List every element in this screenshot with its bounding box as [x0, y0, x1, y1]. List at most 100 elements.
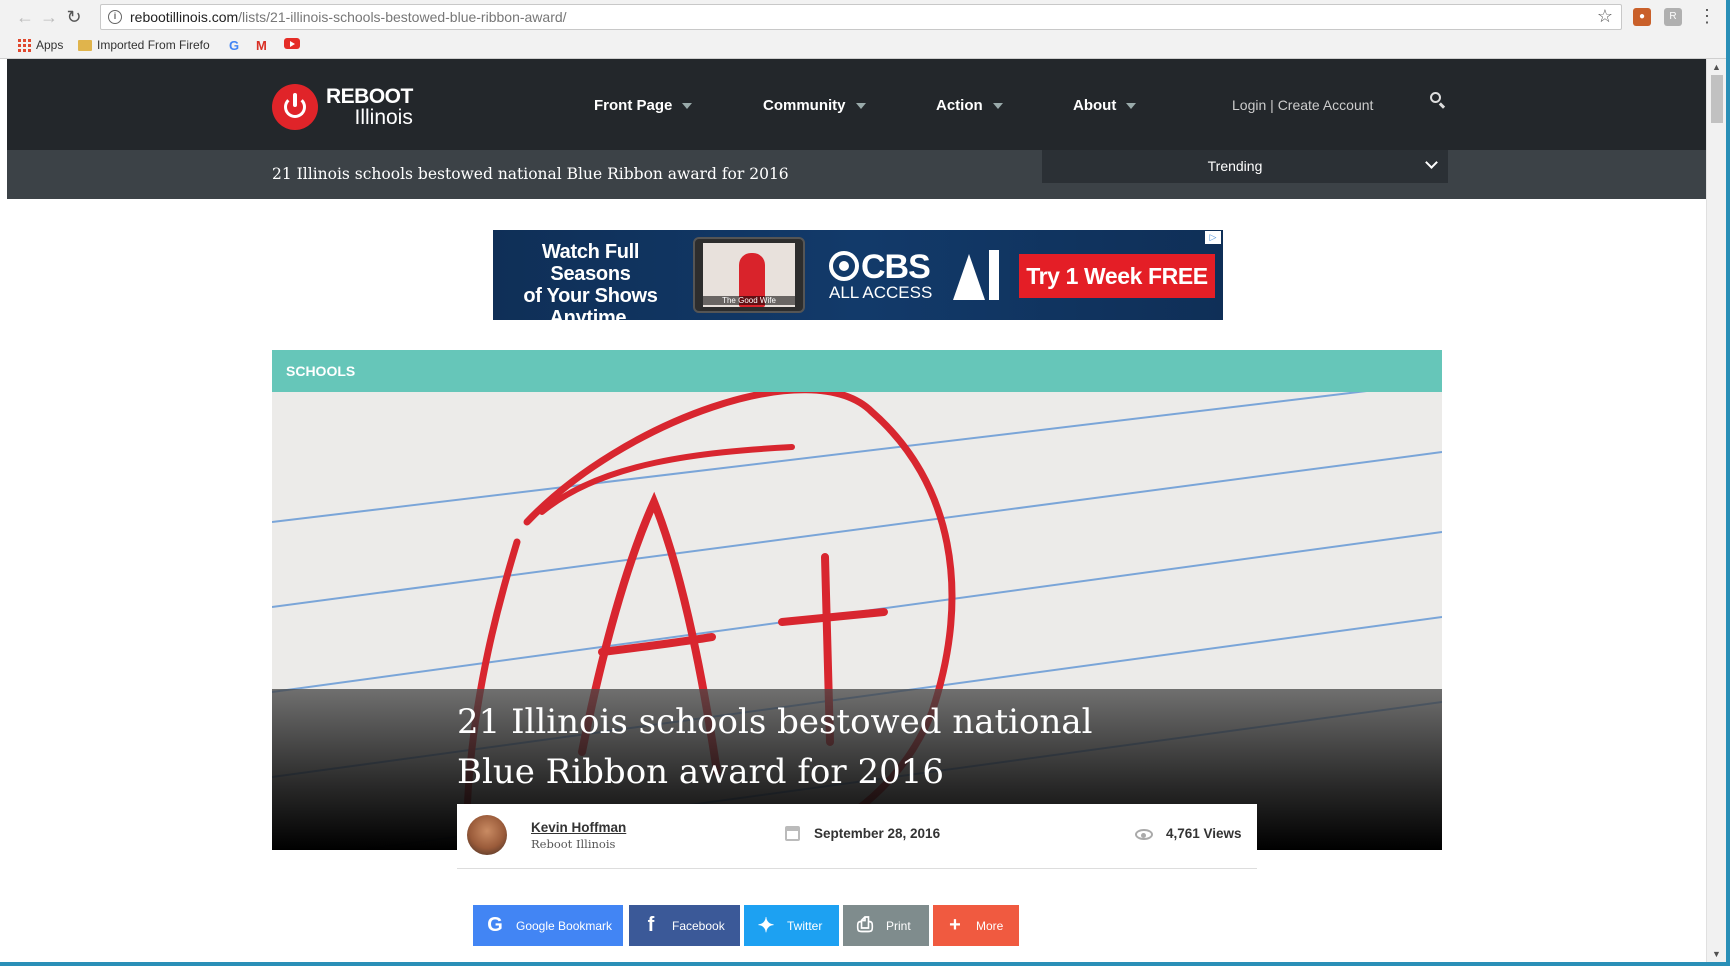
- nav-about-label: About: [1073, 97, 1117, 114]
- logo-line1: REBOOT: [326, 85, 413, 108]
- desktop-background: ← → ↻ i rebootillinois.com/lists/21-illi…: [0, 0, 1730, 966]
- share-more-button[interactable]: + More: [933, 905, 1019, 946]
- cbs-ad-banner[interactable]: Watch Full Seasons of Your Shows Anytime…: [493, 230, 1223, 320]
- facebook-icon: f: [647, 914, 655, 936]
- back-arrow-icon[interactable]: ←: [14, 6, 36, 28]
- logo-line2: Illinois: [354, 106, 413, 129]
- cbs-eye-icon: [829, 251, 859, 281]
- bookmark-imported-folder[interactable]: Imported From Firefo: [78, 38, 210, 52]
- subbar-title: 21 Illinois schools bestowed national Bl…: [272, 165, 789, 183]
- google-icon: G: [229, 38, 240, 53]
- calendar-icon: [785, 826, 800, 841]
- scroll-up-arrow-icon[interactable]: ▲: [1712, 62, 1721, 72]
- ad-show-caption: The Good Wife: [703, 296, 795, 305]
- forward-arrow-icon[interactable]: →: [38, 6, 60, 28]
- author-avatar: [467, 815, 507, 855]
- category-bar: SCHOOLS: [272, 350, 1442, 392]
- power-icon: [272, 84, 318, 130]
- site-info-icon[interactable]: i: [108, 10, 122, 24]
- url-host: rebootillinois.com: [130, 9, 239, 25]
- byline-divider: [457, 868, 1257, 869]
- view-count: 4,761 Views: [1166, 826, 1242, 841]
- auth-links: Login | Create Account: [1232, 97, 1373, 113]
- ad-headline: Watch Full Seasons of Your Shows Anytime…: [503, 241, 678, 320]
- bookmark-gmail[interactable]: M: [256, 38, 267, 53]
- site-header: REBOOT Illinois Front Page Community Act…: [7, 59, 1706, 150]
- article-byline: Kevin Hoffman Reboot Illinois September …: [457, 804, 1257, 855]
- author-org: Reboot Illinois: [531, 837, 616, 851]
- article-title: 21 Illinois schools bestowed national Bl…: [457, 702, 1093, 792]
- bookmark-youtube[interactable]: [284, 38, 300, 49]
- hero-image: 21 Illinois schools bestowed national Bl…: [272, 392, 1442, 850]
- plus-icon: +: [949, 914, 961, 936]
- site-logo[interactable]: REBOOT Illinois: [272, 84, 413, 130]
- url-path: /lists/21-illinois-schools-bestowed-blue…: [238, 9, 567, 25]
- nav-about[interactable]: About: [1073, 97, 1137, 114]
- trending-label: Trending: [1207, 158, 1263, 174]
- chevron-down-icon: [992, 102, 1003, 109]
- nav-action[interactable]: Action: [936, 97, 1003, 114]
- share-print-button[interactable]: ⎙ Print: [843, 905, 929, 946]
- login-link[interactable]: Login: [1232, 97, 1266, 113]
- google-icon: G: [487, 914, 503, 936]
- nav-community-label: Community: [763, 97, 846, 114]
- bookmark-apps-label: Apps: [36, 38, 64, 52]
- share-label: Facebook: [672, 918, 725, 933]
- scroll-down-arrow-icon[interactable]: ▼: [1712, 949, 1721, 959]
- author-name-link[interactable]: Kevin Hoffman: [531, 820, 626, 835]
- chevron-down-icon: [855, 102, 866, 109]
- ad-phone-image: The Good Wife: [693, 237, 805, 313]
- browser-menu-icon[interactable]: ⋮: [1698, 6, 1716, 27]
- article-subbar: 21 Illinois schools bestowed national Bl…: [7, 150, 1706, 199]
- extension-icon[interactable]: ●: [1633, 8, 1651, 26]
- profile-extension-icon[interactable]: R: [1664, 8, 1682, 26]
- ad-cta-button[interactable]: Try 1 Week FREE: [1019, 254, 1215, 298]
- page-viewport: REBOOT Illinois Front Page Community Act…: [7, 59, 1706, 962]
- bookmark-star-icon[interactable]: ☆: [1597, 6, 1613, 27]
- share-label: More: [976, 918, 1004, 933]
- share-twitter-button[interactable]: ✦ Twitter: [744, 905, 839, 946]
- bookmark-folder-label: Imported From Firefo: [97, 38, 210, 52]
- search-icon[interactable]: [1430, 92, 1446, 108]
- gmail-icon: M: [256, 38, 267, 53]
- cbs-logo: CBS: [829, 248, 931, 287]
- scrollbar-thumb[interactable]: [1711, 75, 1723, 123]
- adchoices-icon[interactable]: ▷: [1205, 231, 1221, 244]
- browser-window: ← → ↻ i rebootillinois.com/lists/21-illi…: [0, 0, 1726, 962]
- url-text[interactable]: rebootillinois.com/lists/21-illinois-sch…: [130, 9, 567, 25]
- share-label: Twitter: [787, 918, 823, 933]
- reload-icon[interactable]: ↻: [63, 6, 85, 28]
- nav-front-page[interactable]: Front Page: [594, 97, 693, 114]
- category-label[interactable]: SCHOOLS: [286, 363, 355, 379]
- eye-icon: [1135, 829, 1153, 840]
- apps-grid-icon: [18, 38, 31, 52]
- browser-toolbar: ← → ↻ i rebootillinois.com/lists/21-illi…: [0, 0, 1726, 59]
- page-scrollbar[interactable]: ▲ ▼: [1706, 59, 1726, 962]
- folder-icon: [78, 39, 92, 51]
- ad-phone-screen: The Good Wife: [703, 243, 795, 307]
- share-label: Google Bookmark: [516, 918, 613, 933]
- bookmark-google[interactable]: G: [229, 38, 239, 53]
- print-icon: ⎙: [857, 914, 873, 936]
- twitter-icon: ✦: [757, 915, 775, 937]
- create-account-link[interactable]: Create Account: [1278, 97, 1374, 113]
- nav-community[interactable]: Community: [763, 97, 866, 114]
- ad-headline-line: of Your Shows: [523, 285, 658, 307]
- cbs-all-access: ALL ACCESS: [829, 283, 933, 302]
- share-label: Print: [886, 918, 911, 933]
- address-bar[interactable]: i rebootillinois.com/lists/21-illinois-s…: [100, 4, 1622, 30]
- share-google-bookmark-button[interactable]: G Google Bookmark: [473, 905, 623, 946]
- nav-action-label: Action: [936, 97, 983, 114]
- ad-headline-line: Anytime, Anywhere.: [549, 307, 632, 320]
- chevron-down-icon: [682, 102, 693, 109]
- nav-front-page-label: Front Page: [594, 97, 673, 114]
- trending-dropdown[interactable]: Trending: [1042, 150, 1448, 183]
- ad-headline-line: Watch Full Seasons: [541, 241, 640, 285]
- bookmark-apps[interactable]: Apps: [18, 38, 63, 52]
- all-access-mark-icon: [953, 250, 999, 300]
- share-facebook-button[interactable]: f Facebook: [629, 905, 740, 946]
- chevron-down-icon: [1126, 102, 1137, 109]
- youtube-icon: [284, 38, 300, 49]
- cbs-brand: CBS: [861, 248, 931, 286]
- publish-date: September 28, 2016: [814, 826, 941, 841]
